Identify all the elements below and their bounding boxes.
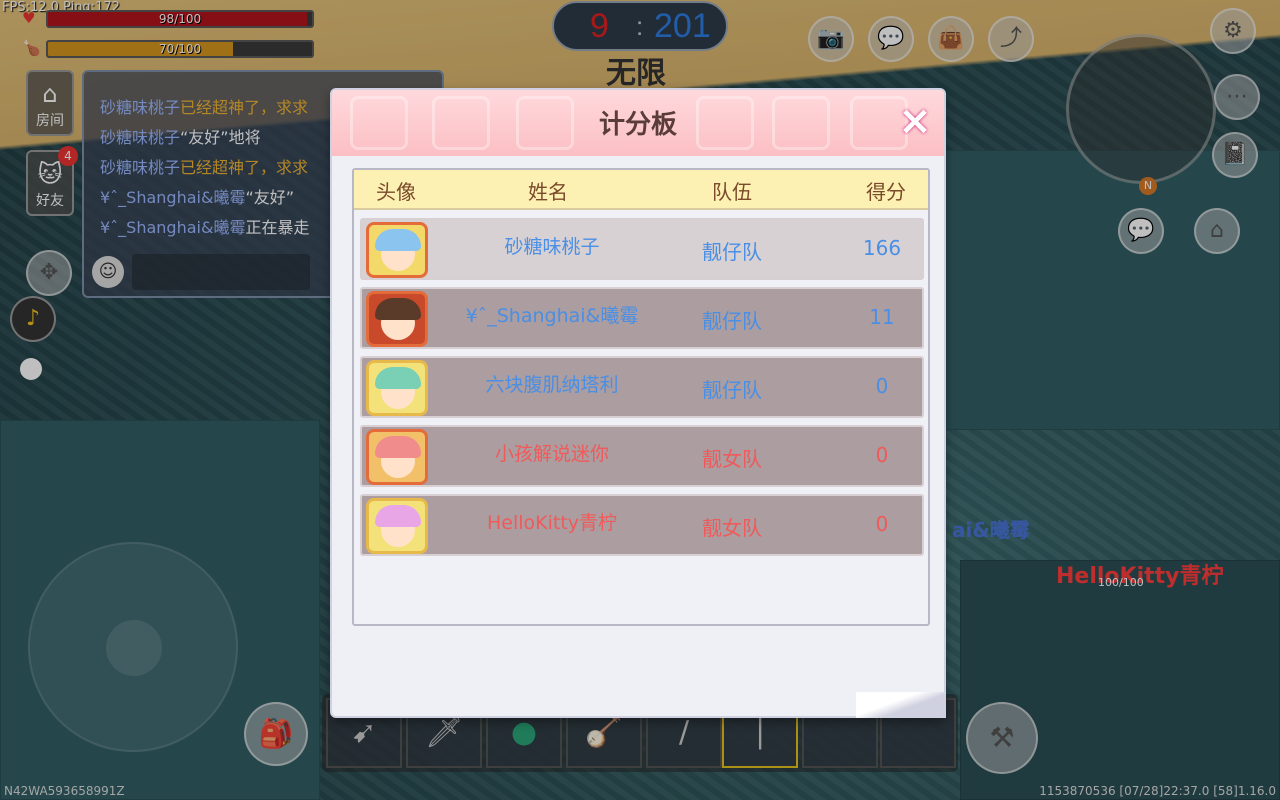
avatar	[366, 222, 428, 278]
player-team: 靓仔队	[702, 378, 762, 402]
player-name: 小孩解说迷你	[494, 443, 609, 465]
player-score: 0	[875, 512, 889, 536]
avatar	[366, 291, 428, 347]
player-team: 靓女队	[702, 447, 762, 471]
avatar	[366, 429, 428, 485]
player-name: ¥ˆ_Shanghai&曦霉	[465, 305, 639, 327]
avatar	[366, 498, 428, 554]
avatar-hair	[375, 505, 421, 527]
table-row[interactable]: ¥ˆ_Shanghai&曦霉 靓仔队 11	[360, 287, 924, 349]
avatar-hair	[375, 367, 421, 389]
player-team: 靓仔队	[702, 240, 762, 264]
header-avatar: 头像	[376, 180, 416, 204]
scoreboard-table: 头像 姓名 队伍 得分 砂糖味桃子 靓仔队 166 ¥ˆ_Shanghai&曦霉…	[352, 168, 930, 626]
table-row[interactable]: 砂糖味桃子 靓仔队 166	[360, 218, 924, 280]
close-icon[interactable]: ×	[898, 101, 932, 141]
header-team: 队伍	[712, 180, 752, 204]
avatar-hair	[375, 436, 421, 458]
player-score: 0	[875, 374, 889, 398]
player-team: 靓仔队	[702, 309, 762, 333]
player-name: 砂糖味桃子	[504, 236, 600, 258]
scoreboard-header: 计分板 ×	[332, 90, 944, 156]
avatar-hair	[375, 298, 421, 320]
player-team: 靓女队	[702, 516, 762, 540]
player-score: 11	[869, 305, 895, 329]
player-score: 166	[862, 236, 902, 260]
scoreboard-title: 计分板	[598, 110, 677, 140]
table-row[interactable]: HelloKitty青柠 靓女队 0	[360, 494, 924, 556]
avatar	[366, 360, 428, 416]
player-name: HelloKitty青柠	[486, 512, 618, 534]
table-header: 头像 姓名 队伍 得分	[354, 170, 928, 210]
table-row[interactable]: 六块腹肌纳塔利 靓仔队 0	[360, 356, 924, 418]
table-row[interactable]: 小孩解说迷你 靓女队 0	[360, 425, 924, 487]
header-score: 得分	[866, 180, 906, 204]
player-score: 0	[875, 443, 889, 467]
avatar-hair	[375, 229, 421, 251]
player-name: 六块腹肌纳塔利	[485, 374, 619, 396]
header-name: 姓名	[528, 180, 568, 204]
scoreboard-dialog: 计分板 × 头像 姓名 队伍 得分 砂糖味桃子 靓仔队 166 ¥ˆ_Shang…	[330, 88, 946, 718]
page-curl-decoration	[856, 692, 946, 718]
